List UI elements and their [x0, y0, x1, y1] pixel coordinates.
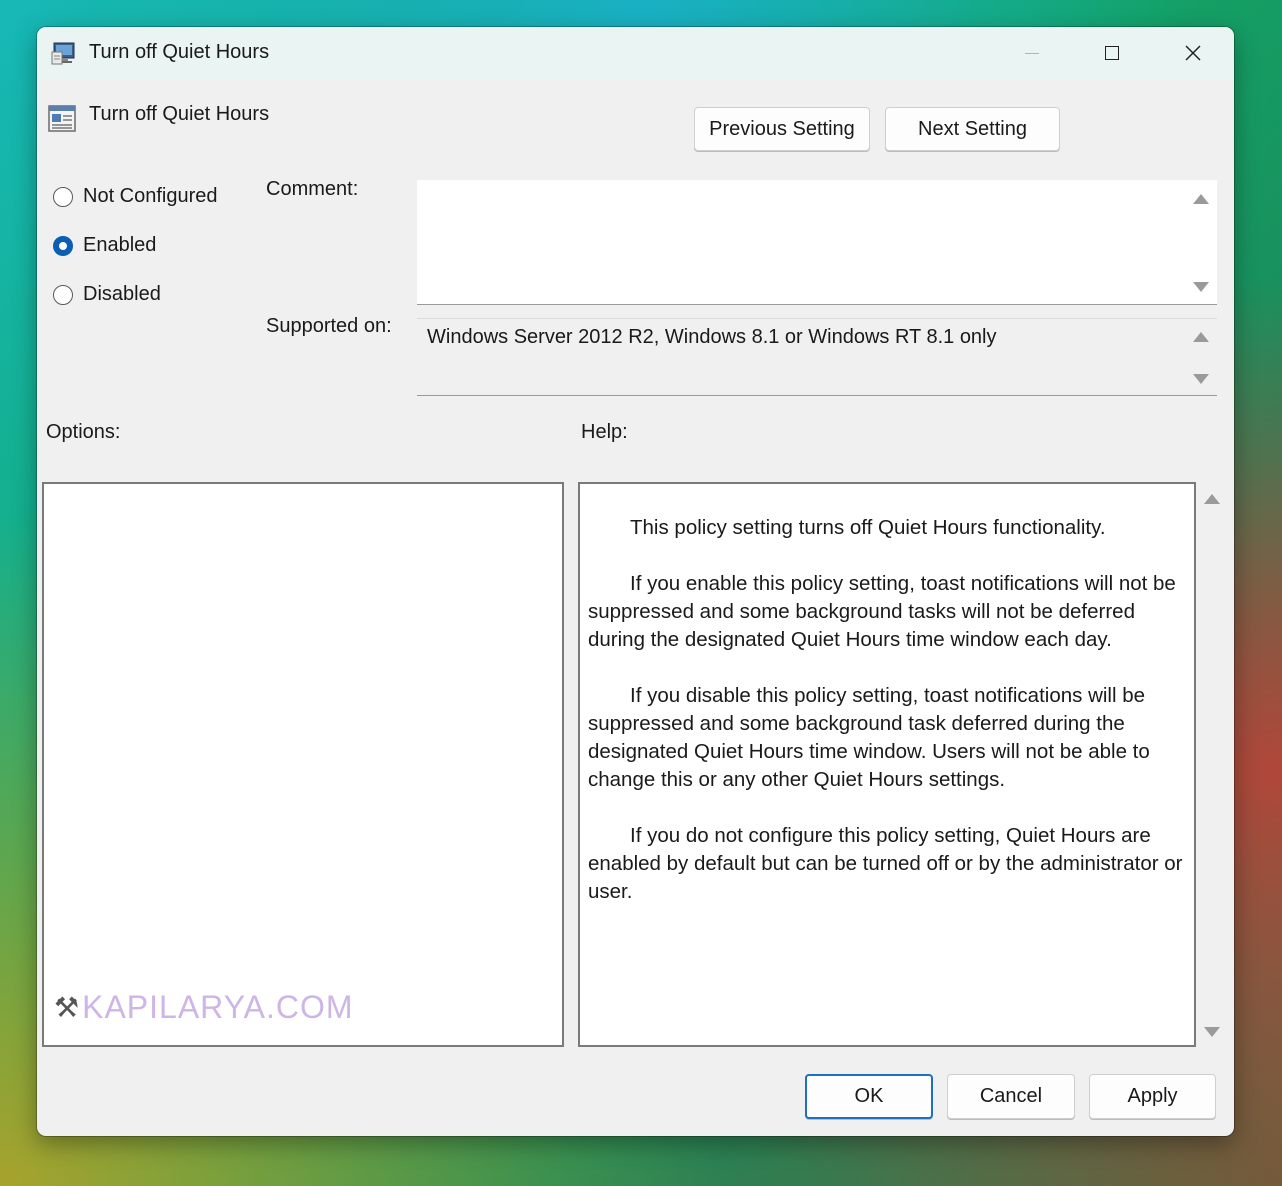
close-icon	[1185, 45, 1201, 61]
hammer-icon: ⚒	[54, 992, 81, 1023]
policy-name-heading: Turn off Quiet Hours	[89, 103, 270, 125]
supported-on-field: Windows Server 2012 R2, Windows 8.1 or W…	[417, 318, 1217, 396]
radio-enabled[interactable]: Enabled	[53, 234, 156, 257]
radio-label: Disabled	[83, 283, 161, 305]
scroll-down-icon[interactable]	[1193, 282, 1209, 292]
help-text: This policy setting turns off Quiet Hour…	[588, 514, 1194, 934]
ok-button[interactable]: OK	[805, 1074, 933, 1119]
radio-unchecked-icon	[53, 284, 73, 305]
supported-scrollbar[interactable]	[1185, 319, 1217, 395]
watermark-text: KAPILARYA.COM	[82, 989, 354, 1025]
radio-label: Enabled	[83, 234, 157, 256]
window-title: Turn off Quiet Hours	[89, 41, 270, 63]
scroll-up-icon[interactable]	[1193, 332, 1209, 342]
help-label: Help:	[581, 421, 628, 443]
help-paragraph: If you enable this policy setting, toast…	[588, 572, 1176, 651]
maximize-icon	[1105, 46, 1119, 60]
policy-dialog-window: Turn off Quiet Hours Turn off Quiet Hour…	[37, 27, 1234, 1136]
help-paragraph: This policy setting turns off Quiet Hour…	[630, 516, 1106, 539]
options-panel: ⚒ KAPILARYA.COM	[42, 482, 564, 1047]
policy-setting-icon	[48, 104, 76, 132]
help-paragraph: If you disable this policy setting, toas…	[588, 684, 1150, 791]
scroll-up-icon[interactable]	[1204, 494, 1220, 504]
minimize-button[interactable]	[992, 27, 1072, 79]
help-paragraph: If you do not configure this policy sett…	[588, 824, 1183, 903]
maximize-button[interactable]	[1072, 27, 1152, 79]
radio-not-configured[interactable]: Not Configured	[53, 185, 218, 208]
scroll-down-icon[interactable]	[1193, 374, 1209, 384]
policy-editor-icon	[51, 40, 79, 66]
previous-setting-button[interactable]: Previous Setting	[694, 107, 870, 151]
scroll-up-icon[interactable]	[1193, 194, 1209, 204]
help-scrollbar[interactable]	[1197, 482, 1227, 1047]
minimize-icon	[1025, 52, 1039, 54]
options-label: Options:	[46, 421, 121, 443]
help-panel: This policy setting turns off Quiet Hour…	[578, 482, 1196, 1047]
comment-scrollbar[interactable]	[1185, 180, 1217, 304]
comment-textarea[interactable]	[417, 180, 1217, 305]
scroll-down-icon[interactable]	[1204, 1027, 1220, 1037]
cancel-button[interactable]: Cancel	[947, 1074, 1075, 1119]
close-button[interactable]	[1153, 27, 1233, 79]
radio-unchecked-icon	[53, 186, 73, 207]
supported-on-label: Supported on:	[266, 315, 392, 337]
comment-label: Comment:	[266, 178, 359, 200]
radio-checked-icon	[53, 235, 73, 256]
next-setting-button[interactable]: Next Setting	[885, 107, 1060, 151]
watermark-logo: ⚒ KAPILARYA.COM	[54, 989, 354, 1026]
apply-button[interactable]: Apply	[1089, 1074, 1216, 1119]
supported-on-value: Windows Server 2012 R2, Windows 8.1 or W…	[427, 326, 997, 348]
radio-disabled[interactable]: Disabled	[53, 283, 161, 306]
title-bar[interactable]: Turn off Quiet Hours	[37, 27, 1234, 79]
radio-label: Not Configured	[83, 185, 218, 207]
